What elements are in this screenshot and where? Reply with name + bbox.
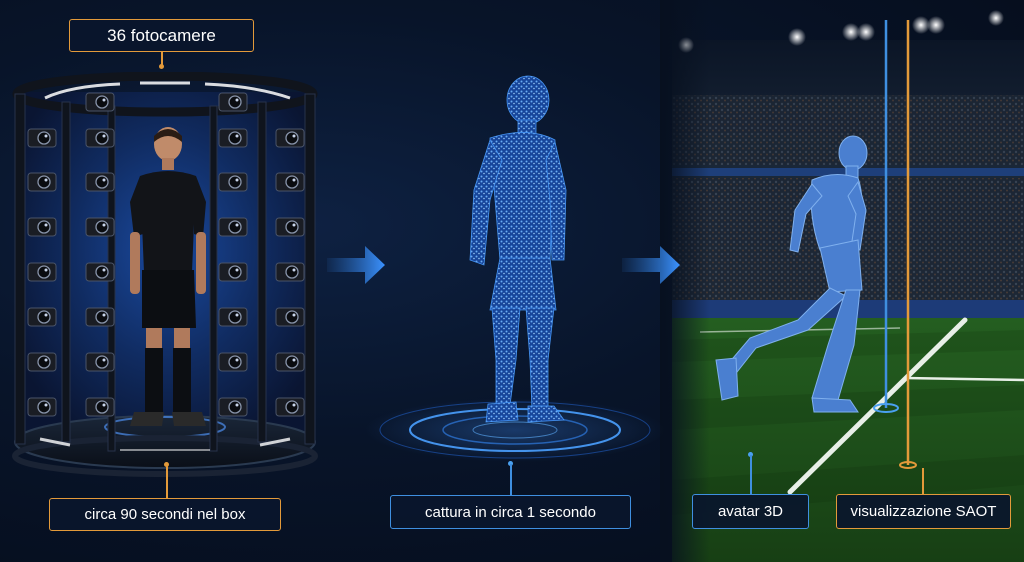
camera-icon	[27, 172, 57, 192]
camera-icon	[85, 262, 115, 282]
camera-icon	[218, 217, 248, 237]
camera-icon	[85, 307, 115, 327]
infographic-scene: 36 fotocamere circa 90 secondi nel box c…	[0, 0, 1024, 562]
camera-icon	[275, 262, 305, 282]
camera-icon	[27, 217, 57, 237]
connector-line	[922, 468, 924, 494]
camera-icon	[275, 397, 305, 417]
camera-icon	[275, 352, 305, 372]
camera-icon	[275, 217, 305, 237]
camera-icon	[27, 262, 57, 282]
label-box-time: circa 90 secondi nel box	[49, 498, 281, 531]
camera-icon	[218, 262, 248, 282]
camera-icon	[27, 352, 57, 372]
connector-line	[166, 465, 168, 498]
camera-icon	[275, 172, 305, 192]
camera-icon	[218, 397, 248, 417]
camera-icon	[218, 92, 248, 112]
camera-icon	[85, 128, 115, 148]
capture-box	[12, 72, 318, 477]
label-avatar-3d: avatar 3D	[692, 494, 809, 529]
arrow-right-icon	[622, 246, 680, 284]
camera-icon	[27, 128, 57, 148]
arrow-right-icon	[327, 246, 385, 284]
connector-dot	[159, 64, 164, 69]
label-saot: visualizzazione SAOT	[836, 494, 1011, 529]
label-camera-count: 36 fotocamere	[69, 19, 254, 52]
connector-line	[750, 455, 752, 494]
camera-icon	[218, 128, 248, 148]
camera-icon	[218, 172, 248, 192]
camera-icon	[218, 352, 248, 372]
camera-icon	[218, 307, 248, 327]
camera-icon	[27, 307, 57, 327]
camera-icon	[275, 128, 305, 148]
camera-icon	[85, 397, 115, 417]
camera-icon	[85, 352, 115, 372]
connector-line	[510, 464, 512, 495]
label-capture-time: cattura in circa 1 secondo	[390, 495, 631, 529]
camera-icon	[275, 307, 305, 327]
camera-icon	[85, 217, 115, 237]
camera-icon	[85, 92, 115, 112]
camera-icon	[85, 172, 115, 192]
camera-icon	[27, 397, 57, 417]
hologram-figure	[469, 75, 567, 423]
hologram-panel	[365, 75, 665, 462]
